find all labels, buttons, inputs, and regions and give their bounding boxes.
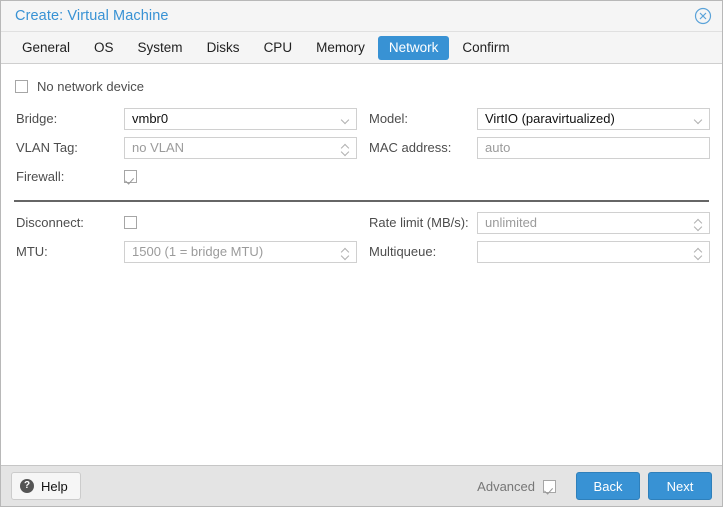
vlan-tag-value: no VLAN <box>132 140 185 155</box>
form-column-left-advanced: Disconnect: MTU: 1500 (1 = bridge MTU) <box>13 208 357 266</box>
vlan-tag-label: VLAN Tag: <box>16 140 78 155</box>
mtu-label: MTU: <box>16 244 48 259</box>
mac-address-input[interactable]: auto <box>477 136 710 159</box>
chevron-down-icon[interactable] <box>695 109 702 129</box>
bridge-value: vmbr0 <box>132 111 169 126</box>
advanced-checkbox[interactable] <box>543 479 556 493</box>
tab-os[interactable]: OS <box>83 36 125 60</box>
disconnect-checkbox-wrap <box>124 212 137 234</box>
multiqueue-label: Multiqueue: <box>369 244 437 259</box>
next-button[interactable]: Next <box>648 472 712 500</box>
spinner-icon[interactable] <box>342 242 349 262</box>
spinner-icon[interactable] <box>342 138 349 158</box>
mac-address-value: auto <box>485 140 511 155</box>
form-column-right: Model: VirtIO (paravirtualized) MAC addr… <box>366 104 710 191</box>
tab-cpu[interactable]: CPU <box>253 36 304 60</box>
vlan-tag-row: VLAN Tag: no VLAN <box>13 133 357 162</box>
mac-address-row: MAC address: auto <box>366 133 710 162</box>
close-circle-icon[interactable] <box>692 5 714 27</box>
rate-limit-value: unlimited <box>485 215 538 230</box>
rate-limit-row: Rate limit (MB/s): unlimited <box>366 208 710 237</box>
model-label: Model: <box>369 111 409 126</box>
model-select[interactable]: VirtIO (paravirtualized) <box>477 107 710 130</box>
network-form: No network device Bridge: vmbr0 VLAN Tag… <box>1 64 722 465</box>
advanced-toggle[interactable]: Advanced <box>477 479 556 494</box>
wizard-tabbar: General OS System Disks CPU Memory Netwo… <box>1 32 722 64</box>
tab-disks[interactable]: Disks <box>196 36 251 60</box>
rate-limit-input[interactable]: unlimited <box>477 211 710 234</box>
model-value: VirtIO (paravirtualized) <box>485 111 615 126</box>
tab-general[interactable]: General <box>11 36 81 60</box>
no-network-device-checkbox[interactable] <box>15 79 28 93</box>
help-button[interactable]: ? Help <box>11 472 81 500</box>
no-network-device-label: No network device <box>37 78 144 94</box>
mtu-row: MTU: 1500 (1 = bridge MTU) <box>13 237 357 266</box>
firewall-row: Firewall: <box>13 162 357 191</box>
model-row: Model: VirtIO (paravirtualized) <box>366 104 710 133</box>
multiqueue-input[interactable] <box>477 240 710 263</box>
tab-system[interactable]: System <box>127 36 194 60</box>
tab-network[interactable]: Network <box>377 35 450 60</box>
bridge-row: Bridge: vmbr0 <box>13 104 357 133</box>
dialog-footer: ? Help Advanced Back Next <box>1 465 722 506</box>
tab-confirm[interactable]: Confirm <box>451 36 520 60</box>
rate-limit-label: Rate limit (MB/s): <box>369 215 469 230</box>
help-button-label: Help <box>41 478 68 494</box>
advanced-label: Advanced <box>477 478 535 494</box>
disconnect-label: Disconnect: <box>16 215 84 230</box>
mac-address-label: MAC address: <box>369 140 452 155</box>
vlan-tag-input[interactable]: no VLAN <box>124 136 357 159</box>
form-column-left: Bridge: vmbr0 VLAN Tag: no VLAN Firewall… <box>13 104 357 191</box>
mtu-input[interactable]: 1500 (1 = bridge MTU) <box>124 240 357 263</box>
dialog-titlebar: Create: Virtual Machine <box>1 1 722 32</box>
spinner-icon[interactable] <box>695 213 702 233</box>
multiqueue-row: Multiqueue: <box>366 237 710 266</box>
form-column-right-advanced: Rate limit (MB/s): unlimited Multiqueue: <box>366 208 710 266</box>
bridge-label: Bridge: <box>16 111 58 126</box>
spinner-icon[interactable] <box>695 242 702 262</box>
question-mark-icon: ? <box>20 479 34 493</box>
firewall-checkbox[interactable] <box>124 170 137 183</box>
create-vm-dialog: Create: Virtual Machine General OS Syste… <box>0 0 723 507</box>
disconnect-row: Disconnect: <box>13 208 357 237</box>
tab-memory[interactable]: Memory <box>305 36 376 60</box>
bridge-select[interactable]: vmbr0 <box>124 107 357 130</box>
firewall-checkbox-wrap <box>124 166 137 188</box>
form-grid-bottom: Disconnect: MTU: 1500 (1 = bridge MTU) R… <box>13 208 710 266</box>
right-spacer-row <box>366 162 710 191</box>
disconnect-checkbox[interactable] <box>124 216 137 229</box>
no-network-device-row: No network device <box>15 76 710 96</box>
chevron-down-icon[interactable] <box>342 109 349 129</box>
dialog-title: Create: Virtual Machine <box>15 8 169 24</box>
firewall-label: Firewall: <box>16 169 65 184</box>
section-divider <box>14 200 709 202</box>
form-grid-top: Bridge: vmbr0 VLAN Tag: no VLAN Firewall… <box>13 104 710 191</box>
mtu-value: 1500 (1 = bridge MTU) <box>132 244 264 259</box>
back-button[interactable]: Back <box>576 472 640 500</box>
